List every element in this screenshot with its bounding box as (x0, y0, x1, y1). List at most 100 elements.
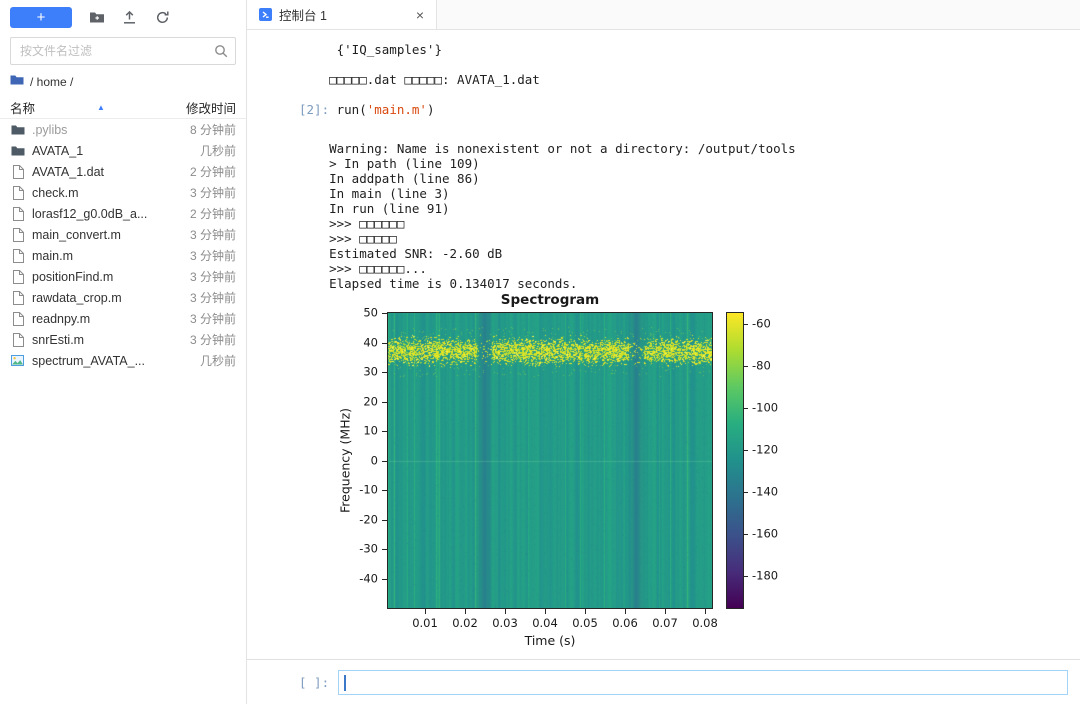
x-tick-label: 0.01 (412, 616, 438, 631)
console-input-box (338, 670, 1068, 695)
x-tick-mark (665, 609, 666, 614)
console-output-line: Elapsed time is 0.134017 seconds. (299, 276, 1072, 291)
colorbar-tick-mark (744, 534, 748, 535)
spectrogram-plot: 0.010.020.030.040.050.060.070.08 (387, 312, 713, 609)
console-panel: 控制台 1 × {'IQ_samples'} □□□□□.dat □□□□□: … (247, 0, 1080, 704)
spectrogram-figure: Spectrogram Frequency (MHz) 50403020100-… (337, 293, 1072, 648)
add-button[interactable]: + (10, 7, 72, 28)
colorbar-ticks: -60-80-100-120-140-160-180 (744, 312, 786, 609)
file-icon (10, 290, 25, 305)
x-tick-label: 0.08 (692, 616, 718, 631)
time-column-header[interactable]: 修改时间 (186, 98, 236, 117)
tab-close-icon[interactable]: × (416, 8, 424, 22)
file-modified-time: 几秒前 (200, 142, 236, 159)
y-tick-label: 0 (371, 453, 378, 468)
file-name: .pylibs (32, 123, 67, 137)
y-axis-label: Frequency (MHz) (337, 312, 353, 609)
colorbar-tick-label: -120 (752, 442, 778, 457)
file-modified-time: 2 分钟前 (190, 163, 236, 180)
breadcrumb[interactable]: / home / (0, 65, 246, 96)
file-sidebar: + / home / 名称 ▲ 修改时间 (0, 0, 247, 704)
image-icon (10, 353, 25, 368)
console-input[interactable] (339, 671, 1067, 694)
x-tick-mark (585, 609, 586, 614)
x-tick-label: 0.04 (532, 616, 558, 631)
code-text: ) (427, 102, 435, 117)
name-column-header[interactable]: 名称 (10, 98, 35, 117)
file-row[interactable]: spectrum_AVATA_...几秒前 (0, 350, 246, 371)
file-name: main_convert.m (32, 228, 121, 242)
file-row[interactable]: readnpy.m3 分钟前 (0, 308, 246, 329)
x-tick-mark (425, 609, 426, 614)
search-box (10, 37, 236, 65)
console-input-bar: [ ]: (247, 659, 1080, 704)
console-output: {'IQ_samples'} □□□□□.dat □□□□□: AVATA_1.… (247, 30, 1080, 659)
file-icon (10, 269, 25, 284)
console-output-line: Warning: Name is nonexistent or not a di… (299, 141, 1072, 156)
x-tick-mark (705, 609, 706, 614)
file-modified-time: 8 分钟前 (190, 121, 236, 138)
breadcrumb-path: / home / (30, 75, 73, 89)
file-row[interactable]: main_convert.m3 分钟前 (0, 224, 246, 245)
colorbar-tick-label: -180 (752, 569, 778, 584)
file-icon (10, 332, 25, 347)
console-output-line: > In path (line 109) (299, 156, 1072, 171)
file-name: spectrum_AVATA_... (32, 354, 145, 368)
colorbar-tick-mark (744, 408, 748, 409)
x-tick-label: 0.07 (652, 616, 678, 631)
console-output-line: In addpath (line 86) (299, 171, 1072, 186)
file-row[interactable]: rawdata_crop.m3 分钟前 (0, 287, 246, 308)
console-output-line: □□□□□.dat □□□□□: AVATA_1.dat (299, 72, 1072, 87)
search-input[interactable] (10, 37, 236, 65)
file-row[interactable]: snrEsti.m3 分钟前 (0, 329, 246, 350)
file-icon (10, 248, 25, 263)
x-axis-label: Time (s) (387, 633, 713, 648)
colorbar-tick-label: -140 (752, 485, 778, 500)
y-tick-label: 40 (363, 335, 378, 350)
x-tick-mark (625, 609, 626, 614)
colorbar-tick-label: -160 (752, 527, 778, 542)
console-output-line: Estimated SNR: -2.60 dB (299, 246, 1072, 261)
console-output-block: Warning: Name is nonexistent or not a di… (299, 141, 1072, 291)
file-row[interactable]: .pylibs 8 分钟前 (0, 119, 246, 140)
file-modified-time: 3 分钟前 (190, 289, 236, 306)
colorbar-tick-label: -80 (752, 358, 771, 373)
tab-bar: 控制台 1 × (247, 0, 1080, 30)
file-row[interactable]: AVATA_1 几秒前 (0, 140, 246, 161)
y-axis-ticks: 50403020100-10-20-30-40 (353, 312, 387, 609)
y-tick-label: 20 (363, 394, 378, 409)
file-row[interactable]: lorasf12_g0.0dB_a...2 分钟前 (0, 203, 246, 224)
file-row[interactable]: positionFind.m3 分钟前 (0, 266, 246, 287)
file-modified-time: 2 分钟前 (190, 205, 236, 222)
file-name: snrEsti.m (32, 333, 84, 347)
code-string: 'main.m' (367, 102, 427, 117)
text-caret (344, 675, 346, 691)
file-modified-time: 3 分钟前 (190, 268, 236, 285)
colorbar-tick-label: -100 (752, 400, 778, 415)
file-row[interactable]: check.m3 分钟前 (0, 182, 246, 203)
file-row[interactable]: AVATA_1.dat2 分钟前 (0, 161, 246, 182)
file-icon (10, 206, 25, 221)
file-icon (10, 185, 25, 200)
new-folder-icon[interactable] (88, 9, 105, 26)
x-tick-mark (505, 609, 506, 614)
app-window: + / home / 名称 ▲ 修改时间 (0, 0, 1080, 704)
tab-console-1[interactable]: 控制台 1 × (247, 0, 437, 29)
file-name: AVATA_1 (32, 144, 83, 158)
refresh-icon[interactable] (154, 9, 171, 26)
file-row[interactable]: main.m3 分钟前 (0, 245, 246, 266)
console-output-line: >>> □□□□□□ (299, 216, 1072, 231)
colorbar-tick-mark (744, 492, 748, 493)
x-tick-mark (545, 609, 546, 614)
search-icon[interactable] (214, 44, 228, 63)
colorbar-tick-mark (744, 450, 748, 451)
file-icon (10, 311, 25, 326)
y-tick-label: 50 (363, 306, 378, 321)
upload-icon[interactable] (121, 9, 138, 26)
file-name: check.m (32, 186, 79, 200)
colorbar-tick-mark (744, 576, 748, 577)
input-prompt-label: [ ]: (299, 675, 329, 690)
file-list: .pylibs8 分钟前AVATA_1几秒前AVATA_1.dat2 分钟前ch… (0, 119, 246, 704)
y-tick-label: -30 (359, 542, 378, 557)
sort-ascending-icon[interactable]: ▲ (97, 103, 105, 112)
